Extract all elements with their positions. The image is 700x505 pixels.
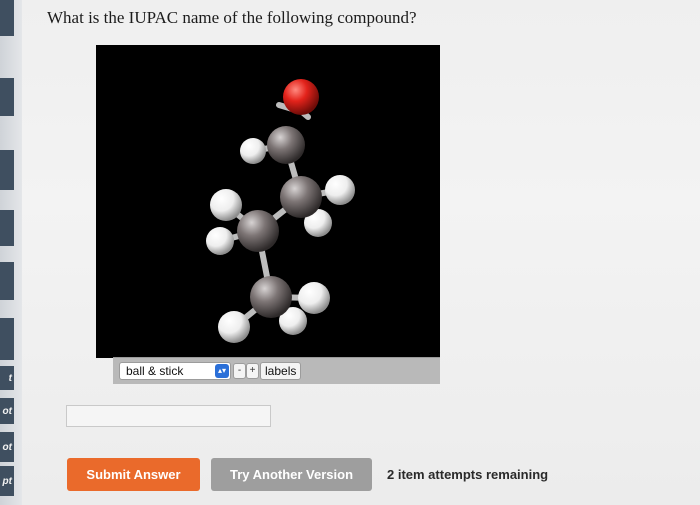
sidebar-tab-ot[interactable]: ot bbox=[0, 432, 14, 462]
sidebar-tab-ot[interactable]: ot bbox=[0, 398, 14, 424]
zoom-in-button[interactable]: + bbox=[246, 363, 259, 379]
sidebar-tab-label: ot bbox=[2, 441, 12, 453]
answer-input[interactable] bbox=[66, 405, 271, 427]
sidebar-tab[interactable] bbox=[0, 78, 14, 116]
sidebar-tab-label: pt bbox=[2, 475, 12, 487]
question-text: What is the IUPAC name of the following … bbox=[47, 8, 417, 27]
viewer-toolbar: ball & stick ▴▾ - + labels bbox=[113, 357, 440, 384]
molecule-viewer[interactable] bbox=[96, 45, 440, 358]
hydrogen-atom bbox=[218, 311, 250, 343]
sidebar-tab[interactable] bbox=[0, 150, 14, 190]
sidebar-tab-label: ot bbox=[2, 405, 12, 417]
labels-toggle-button[interactable]: labels bbox=[260, 362, 302, 380]
carbon-atom bbox=[237, 210, 279, 252]
carbon-atom bbox=[267, 126, 305, 164]
try-another-version-button[interactable]: Try Another Version bbox=[211, 458, 372, 491]
zoom-out-button[interactable]: - bbox=[233, 363, 246, 379]
sidebar-tab[interactable] bbox=[0, 262, 14, 300]
sidebar-tab-label: t bbox=[8, 372, 12, 384]
hydrogen-atom bbox=[325, 175, 355, 205]
sidebar-tab[interactable] bbox=[0, 0, 14, 36]
render-mode-value: ball & stick bbox=[126, 364, 184, 378]
attempts-remaining-text: 2 item attempts remaining bbox=[387, 467, 549, 482]
hydrogen-atom bbox=[298, 282, 330, 314]
sidebar-tab-pt[interactable]: pt bbox=[0, 466, 14, 496]
hydrogen-atom bbox=[206, 227, 234, 255]
submit-answer-button[interactable]: Submit Answer bbox=[67, 458, 200, 491]
left-sidebar: t ot ot pt bbox=[0, 0, 22, 505]
carbon-atom bbox=[250, 276, 292, 318]
hydrogen-atom bbox=[210, 189, 242, 221]
sidebar-tab[interactable] bbox=[0, 318, 14, 360]
select-arrows-icon: ▴▾ bbox=[215, 364, 229, 378]
carbon-atom bbox=[280, 176, 322, 218]
sidebar-tab[interactable] bbox=[0, 210, 14, 246]
oxygen-atom bbox=[283, 79, 319, 115]
hydrogen-atom bbox=[240, 138, 266, 164]
sidebar-tab-t[interactable]: t bbox=[0, 366, 14, 390]
molecule-model bbox=[206, 79, 355, 343]
render-mode-select[interactable]: ball & stick ▴▾ bbox=[119, 362, 231, 380]
